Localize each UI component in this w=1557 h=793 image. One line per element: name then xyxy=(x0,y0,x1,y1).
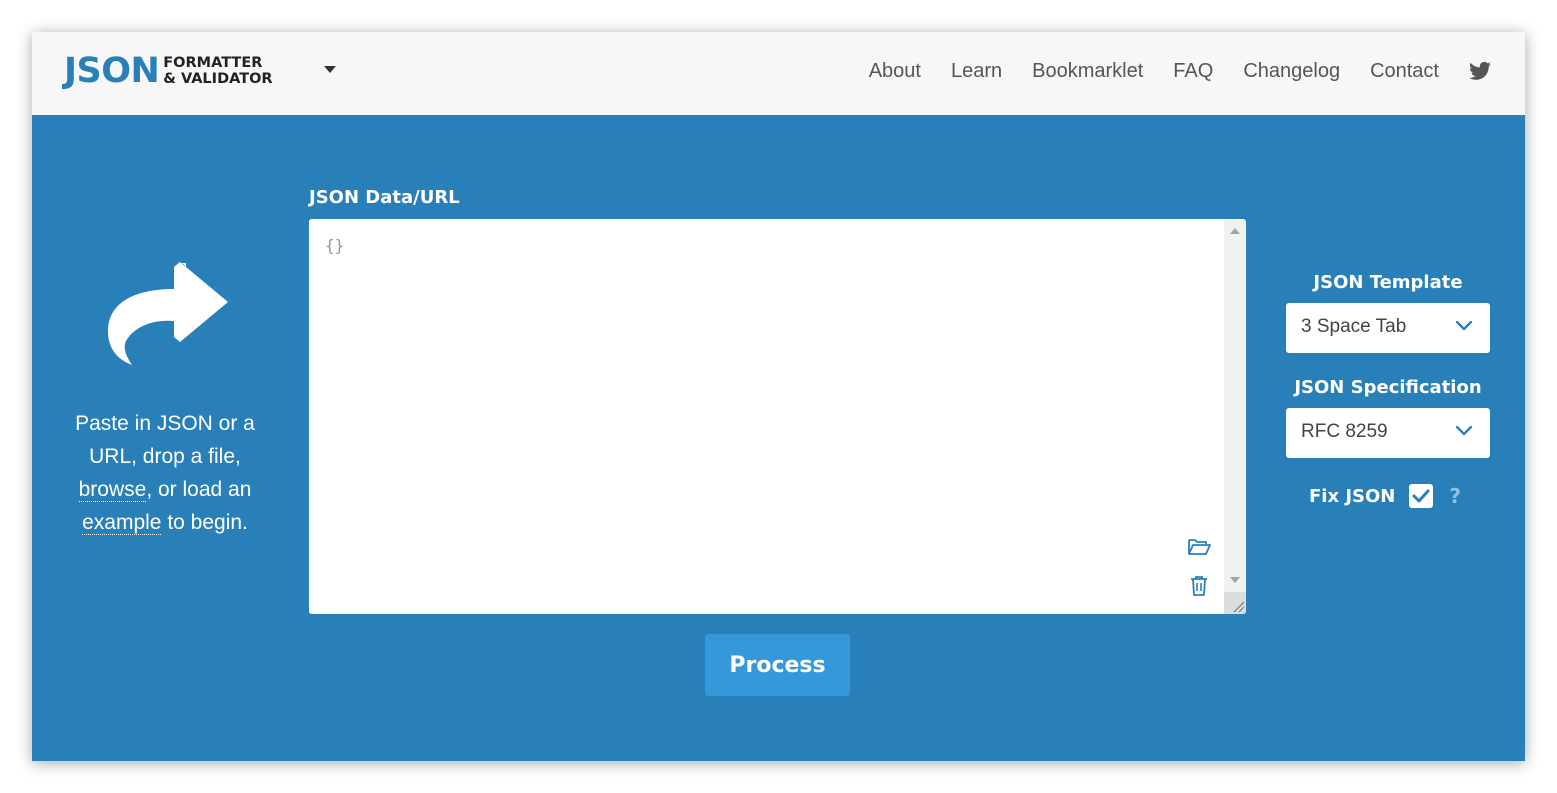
logo-sub-line1: FORMATTER xyxy=(163,55,263,71)
fix-json-checkbox[interactable] xyxy=(1409,484,1434,508)
help-text-part1: Paste in JSON or a URL, drop a file, xyxy=(75,412,255,468)
help-text-part2: , or load an xyxy=(146,478,252,501)
help-icon[interactable]: ? xyxy=(1449,484,1461,508)
chevron-down-icon[interactable] xyxy=(324,66,336,73)
browse-link[interactable]: browse xyxy=(78,478,147,502)
json-template-select[interactable]: 3 Space Tab xyxy=(1286,303,1490,353)
json-spec-value: RFC 8259 xyxy=(1301,421,1388,442)
nav-about[interactable]: About xyxy=(869,60,921,83)
twitter-icon[interactable] xyxy=(1469,61,1491,81)
logo-json-text: JSON xyxy=(64,50,160,91)
chevron-down-icon xyxy=(1456,426,1472,436)
scroll-up-icon[interactable] xyxy=(1230,228,1240,234)
json-template-value: 3 Space Tab xyxy=(1301,316,1407,337)
json-data-label: JSON Data/URL xyxy=(309,187,460,208)
app-window: JSON FORMATTER & VALIDATOR About Learn B… xyxy=(32,32,1525,761)
help-text: Paste in JSON or a URL, drop a file, bro… xyxy=(60,407,270,539)
top-nav: About Learn Bookmarklet FAQ Changelog Co… xyxy=(839,56,1491,86)
logo[interactable]: JSON FORMATTER & VALIDATOR xyxy=(64,48,273,94)
resize-handle[interactable] xyxy=(1224,592,1246,614)
folder-open-icon[interactable] xyxy=(1187,537,1211,557)
nav-contact[interactable]: Contact xyxy=(1370,60,1439,83)
help-text-part3: to begin. xyxy=(161,511,248,534)
json-template-label: JSON Template xyxy=(1313,272,1463,293)
scroll-down-icon[interactable] xyxy=(1230,577,1240,583)
json-spec-label: JSON Specification xyxy=(1294,377,1482,398)
header: JSON FORMATTER & VALIDATOR About Learn B… xyxy=(32,32,1525,115)
example-link[interactable]: example xyxy=(82,511,162,535)
fix-json-label: Fix JSON xyxy=(1309,485,1396,507)
editor-scrollbar[interactable] xyxy=(1224,219,1246,614)
check-icon xyxy=(1412,489,1430,503)
json-editor xyxy=(309,219,1246,614)
nav-learn[interactable]: Learn xyxy=(951,60,1002,83)
fix-json-row: Fix JSON ? xyxy=(1309,482,1461,510)
json-spec-select[interactable]: RFC 8259 xyxy=(1286,408,1490,458)
share-arrow-icon xyxy=(104,259,232,369)
logo-subtitle: FORMATTER & VALIDATOR xyxy=(163,55,272,87)
nav-bookmarklet[interactable]: Bookmarklet xyxy=(1032,60,1143,83)
nav-faq[interactable]: FAQ xyxy=(1173,60,1213,83)
chevron-down-icon xyxy=(1456,321,1472,331)
json-input[interactable] xyxy=(309,219,1223,614)
trash-icon[interactable] xyxy=(1190,575,1208,597)
nav-changelog[interactable]: Changelog xyxy=(1243,60,1340,83)
logo-sub-line2: & VALIDATOR xyxy=(163,71,273,87)
process-button[interactable]: Process xyxy=(705,634,850,696)
